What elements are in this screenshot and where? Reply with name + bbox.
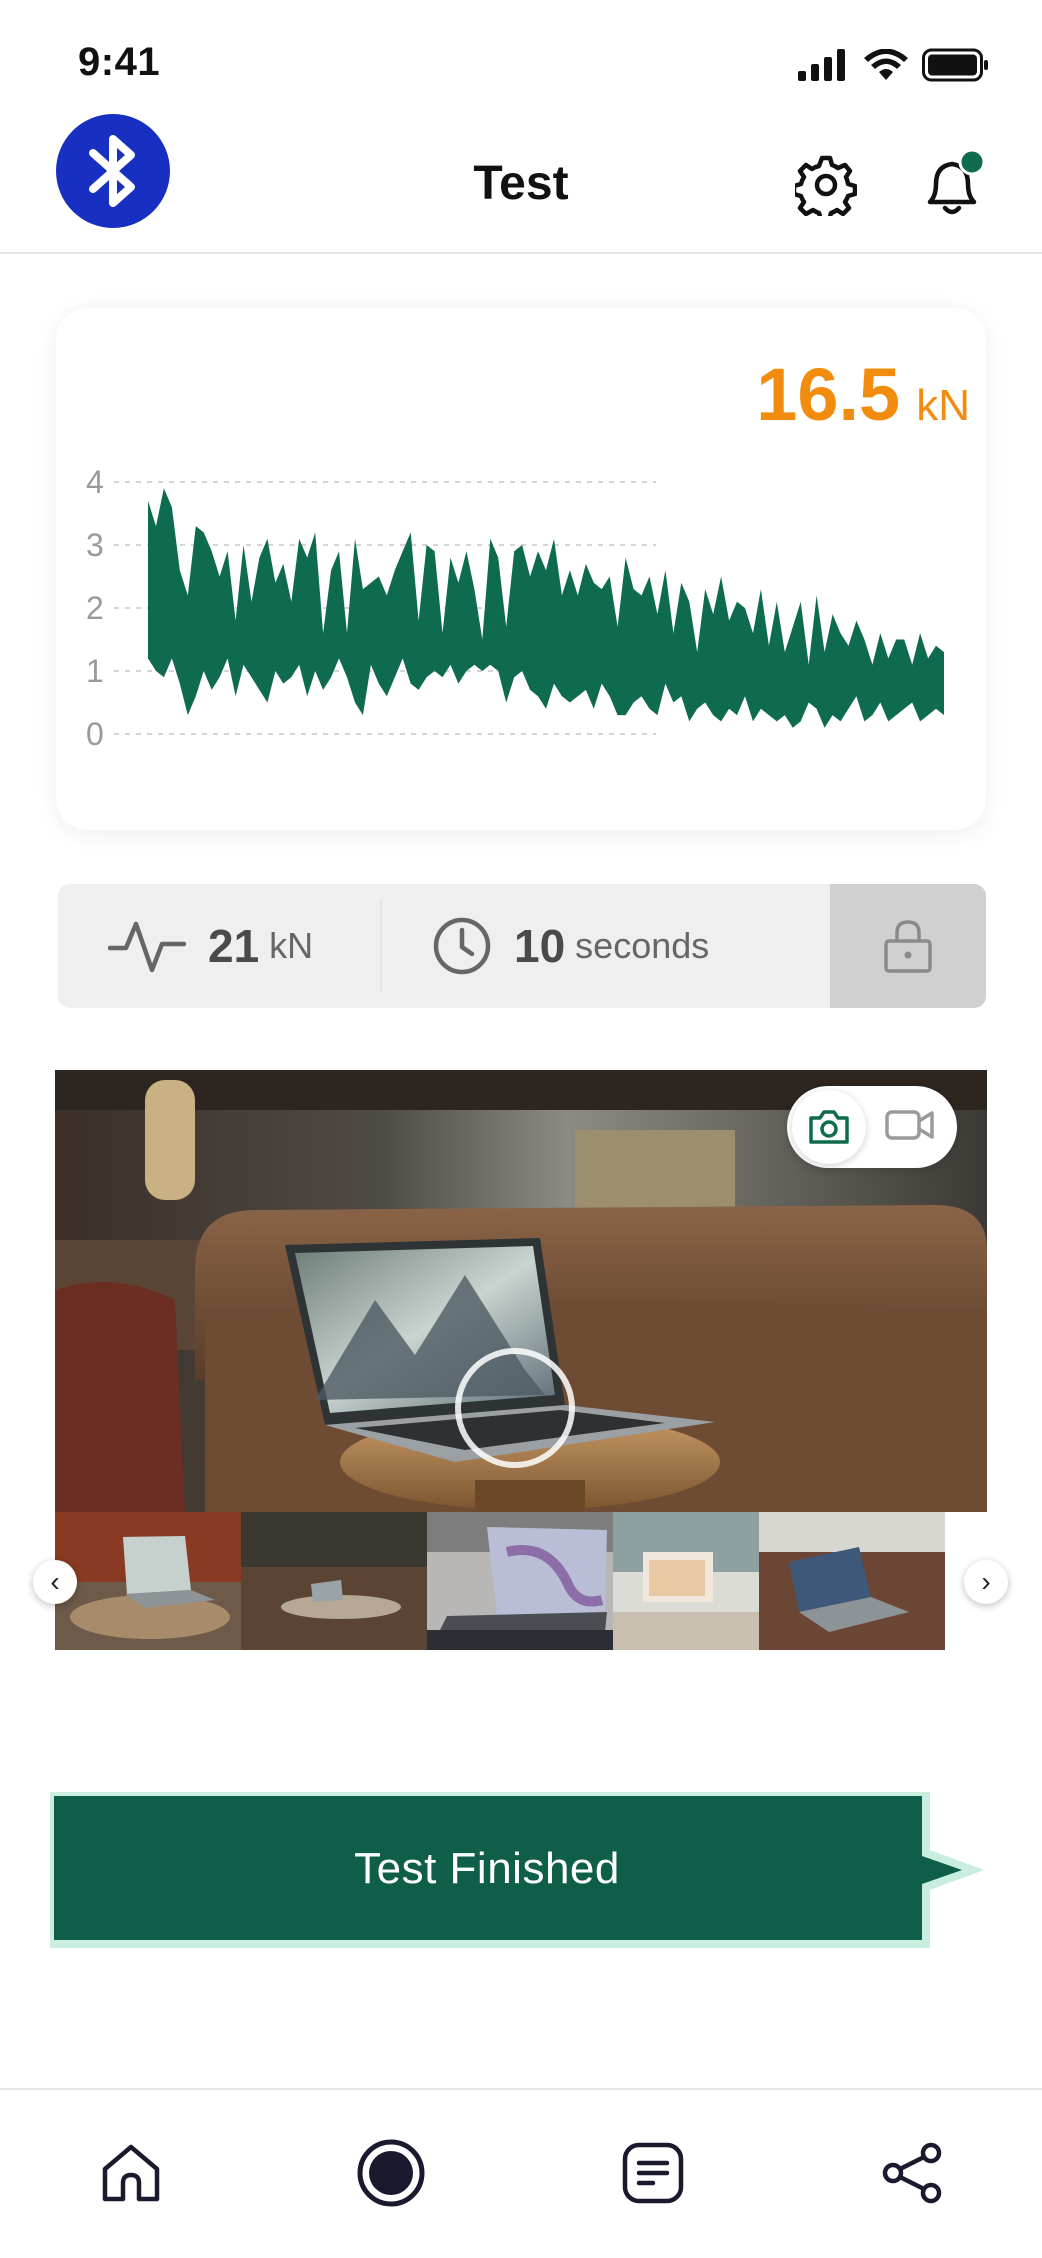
share-icon: [882, 2142, 942, 2204]
thumbnail-next-button[interactable]: ›: [964, 1560, 1008, 1604]
stats-divider: [380, 900, 382, 992]
pulse-icon: [108, 921, 186, 973]
thumbnail-strip: [55, 1512, 987, 1650]
lock-icon: [884, 920, 932, 973]
y-tick-label: 1: [86, 653, 104, 689]
y-tick-label: 2: [86, 590, 104, 626]
bell-icon: [927, 148, 986, 215]
document-icon: [622, 2142, 684, 2204]
settings-button[interactable]: [791, 154, 858, 223]
page-title: Test: [473, 157, 569, 210]
record-icon: [357, 2139, 425, 2207]
camera-icon: [809, 1110, 849, 1144]
video-icon: [885, 1110, 934, 1140]
shutter-button[interactable]: [455, 1348, 575, 1468]
peak-force-value: 21: [208, 920, 260, 972]
tab-reports[interactable]: [618, 2138, 688, 2208]
y-tick-label: 4: [86, 464, 104, 500]
live-reading-unit: kN: [916, 381, 970, 430]
notification-dot: [958, 148, 986, 176]
signal-icon: [798, 49, 845, 81]
live-reading: 16.5 kN: [756, 352, 970, 437]
live-reading-value: 16.5: [756, 353, 901, 436]
notifications-button[interactable]: [918, 148, 988, 220]
duration-value: 10: [514, 920, 566, 972]
peak-force-stat: 21 kN: [108, 884, 313, 1008]
test-finished-label[interactable]: Test Finished: [52, 1794, 922, 1944]
tab-record[interactable]: [356, 2138, 426, 2208]
chevron-left-icon: ‹: [50, 1566, 60, 1597]
y-tick-label: 3: [86, 527, 104, 563]
duration-stat: 10 seconds: [432, 884, 709, 1008]
thumbnail[interactable]: [759, 1512, 945, 1650]
battery-icon: [922, 48, 988, 82]
thumbnail[interactable]: [427, 1512, 613, 1650]
duration-unit: seconds: [575, 925, 710, 966]
peak-force-unit: kN: [269, 925, 314, 966]
home-icon: [102, 2144, 160, 2202]
y-tick-label: 0: [86, 716, 104, 752]
video-mode-button[interactable]: [884, 1104, 936, 1151]
tab-share[interactable]: [878, 2138, 948, 2208]
tab-home[interactable]: [96, 2138, 166, 2208]
stats-bar: 21 kN 10 seconds: [58, 884, 986, 1008]
wifi-icon: [864, 49, 908, 80]
thumbnail-prev-button[interactable]: ‹: [33, 1560, 77, 1604]
force-series-area: [148, 488, 944, 728]
thumbnail[interactable]: [613, 1512, 759, 1650]
chevron-right-icon: ›: [981, 1566, 991, 1597]
gear-icon: [791, 155, 858, 223]
lock-button[interactable]: [830, 884, 986, 1008]
clock-icon: [433, 917, 491, 975]
force-chart: 4 3 2 1 0: [86, 464, 944, 752]
thumbnail[interactable]: [55, 1512, 241, 1650]
status-time: 9:41: [78, 40, 161, 84]
photo-mode-button[interactable]: [792, 1090, 866, 1164]
thumbnail[interactable]: [241, 1512, 427, 1650]
status-icons: [798, 48, 990, 82]
